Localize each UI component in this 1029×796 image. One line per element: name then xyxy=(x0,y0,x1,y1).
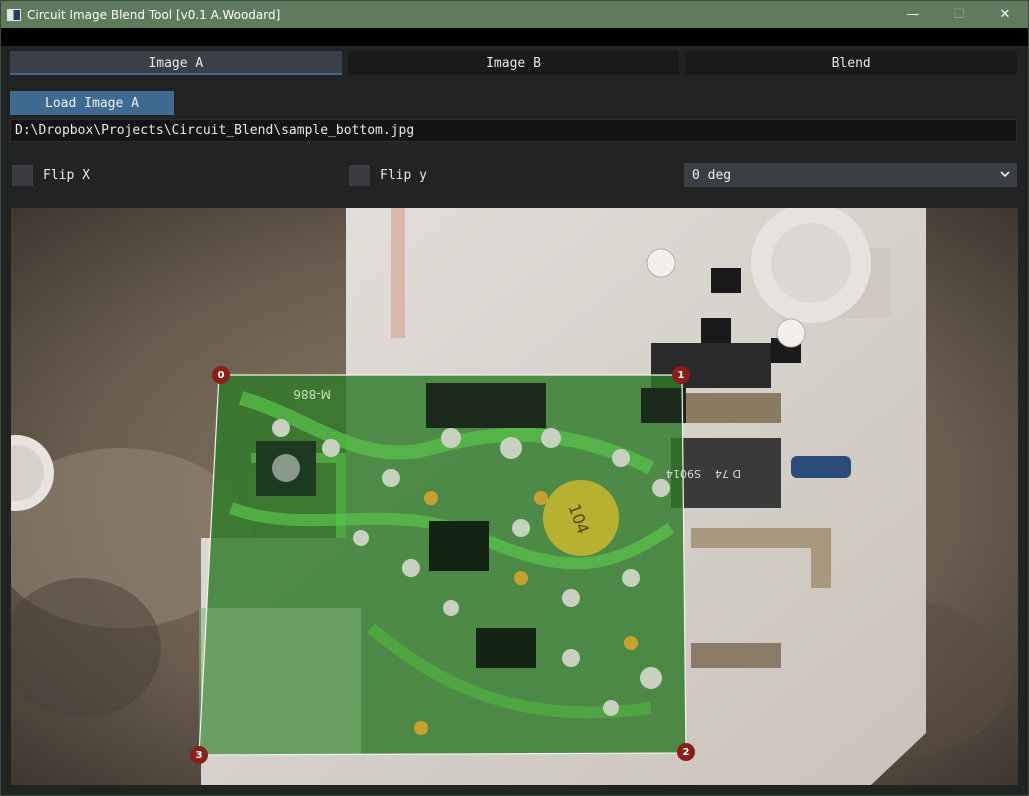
corner-handle-1[interactable]: 1 xyxy=(672,366,690,384)
app-icon xyxy=(7,8,21,21)
flip-y-label: Flip y xyxy=(380,167,427,183)
flip-x-checkbox[interactable]: Flip X xyxy=(12,164,90,186)
corner-handle-2[interactable]: 2 xyxy=(677,743,695,761)
minimize-button[interactable]: — xyxy=(890,1,936,28)
chip-marking-2: D 74 xyxy=(715,467,741,480)
close-button[interactable]: ✕ xyxy=(982,1,1028,28)
flip-x-label: Flip X xyxy=(43,167,90,183)
flip-y-box[interactable] xyxy=(349,164,370,186)
flip-y-checkbox[interactable]: Flip y xyxy=(349,164,427,186)
load-image-a-button[interactable]: Load Image A xyxy=(10,91,174,115)
corner-handle-0[interactable]: 0 xyxy=(212,366,230,384)
rotation-select[interactable]: 0 deg xyxy=(684,163,1017,187)
tab-bar: Image A Image B Blend xyxy=(10,51,1018,75)
tab-blend[interactable]: Blend xyxy=(685,51,1018,75)
rotation-value: 0 deg xyxy=(692,167,732,183)
main-content: Image A Image B Blend Load Image A D:\Dr… xyxy=(1,46,1028,795)
maximize-button[interactable]: ☐ xyxy=(936,1,982,28)
flip-x-box[interactable] xyxy=(12,164,33,186)
image-canvas[interactable]: 104 M-886 S9014 D 74 0 1 2 3 xyxy=(11,208,1018,785)
file-path-field[interactable]: D:\Dropbox\Projects\Circuit_Blend\sample… xyxy=(10,119,1017,142)
part-marking-1: M-886 xyxy=(293,387,331,401)
chevron-down-icon xyxy=(1000,171,1010,178)
window-controls: — ☐ ✕ xyxy=(890,1,1028,28)
tab-image-b[interactable]: Image B xyxy=(347,51,680,75)
menu-bar xyxy=(1,28,1028,46)
window-title: Circuit Image Blend Tool [v0.1 A.Woodard… xyxy=(27,7,281,22)
tab-image-a[interactable]: Image A xyxy=(10,51,342,75)
pcb-overlay: 104 M-886 S9014 D 74 xyxy=(198,374,741,756)
title-bar[interactable]: Circuit Image Blend Tool [v0.1 A.Woodard… xyxy=(1,1,1028,28)
options-row: Flip X Flip y 0 deg xyxy=(10,163,1017,187)
app-window: Circuit Image Blend Tool [v0.1 A.Woodard… xyxy=(0,0,1029,796)
corner-handle-3[interactable]: 3 xyxy=(190,746,208,764)
